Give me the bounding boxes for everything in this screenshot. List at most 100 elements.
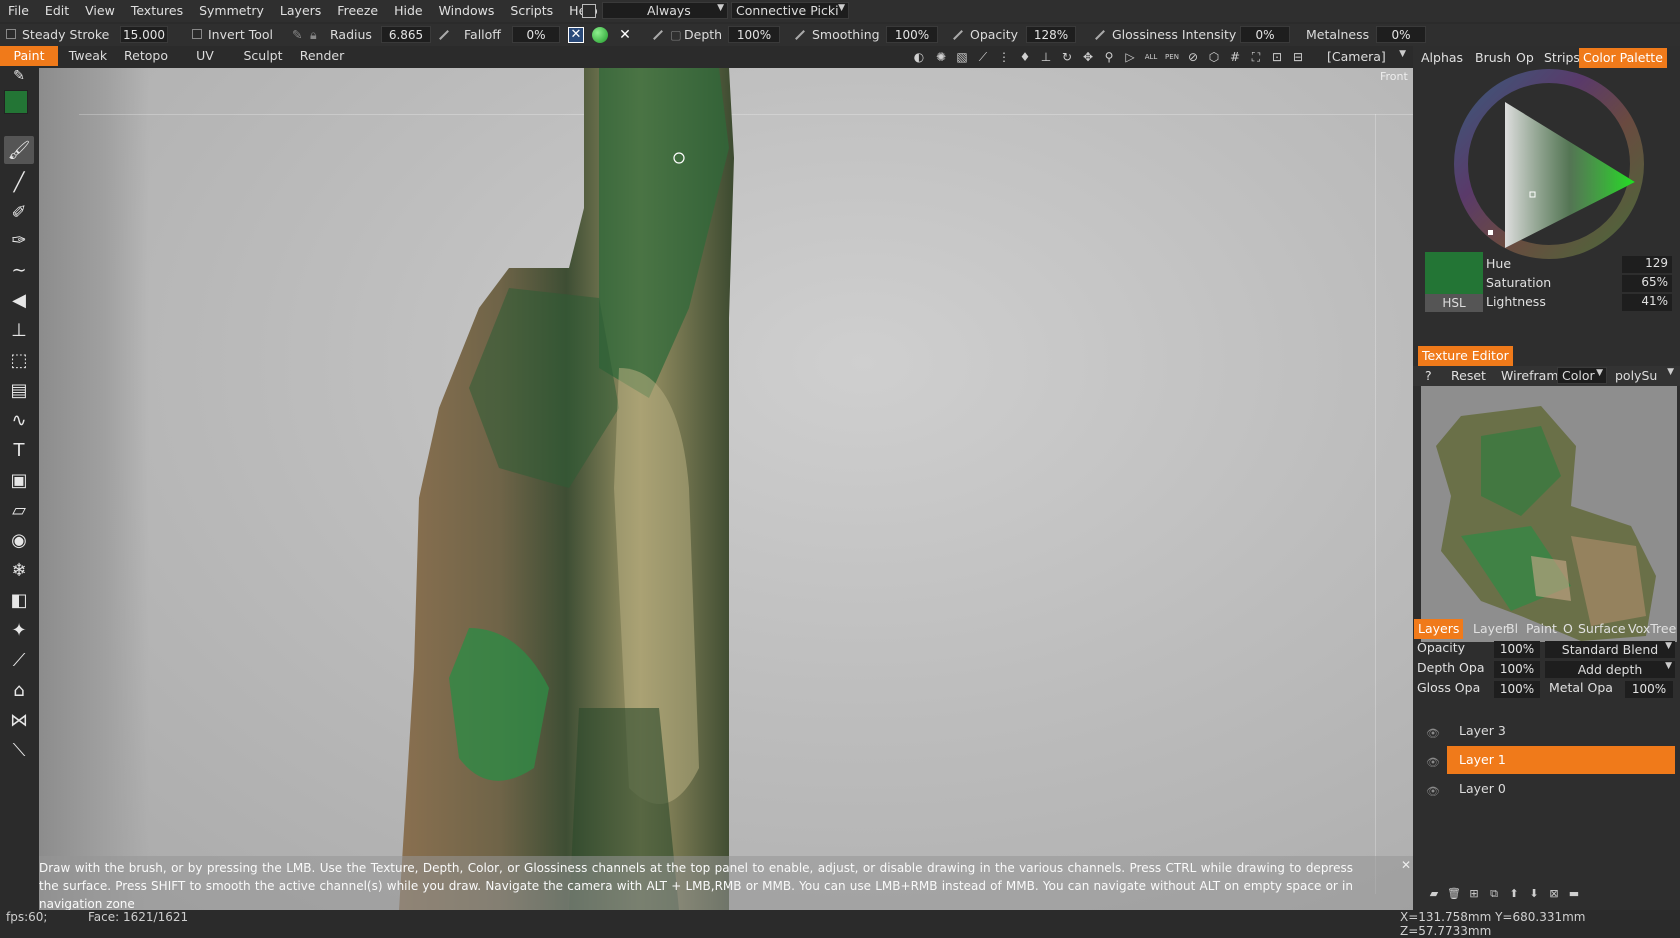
spray-icon[interactable]: ⟋ — [976, 50, 990, 64]
smudge-tool-icon[interactable]: ∼ — [4, 256, 34, 284]
layer-opacity-field[interactable]: 100% — [1494, 641, 1540, 658]
pen-tool-icon[interactable]: ✐ — [4, 198, 34, 226]
opacity-pen-icon[interactable] — [953, 30, 963, 40]
bucket-icon[interactable]: ⊥ — [1039, 50, 1053, 64]
disable-gloss-icon[interactable]: ✕ — [617, 27, 633, 43]
uv-texture-preview[interactable] — [1421, 386, 1677, 642]
color-channel-icon[interactable] — [592, 27, 608, 43]
saturation-field[interactable]: 65% — [1622, 275, 1672, 292]
tab-op[interactable]: Op — [1516, 48, 1534, 68]
eye-icon[interactable]: 👁︎ — [1426, 728, 1442, 739]
iron-tool-icon[interactable]: ⌂ — [4, 676, 34, 704]
opacity-field[interactable]: 128% — [1026, 26, 1076, 43]
tab-blend[interactable]: Bl — [1506, 619, 1518, 639]
ruler-tool-icon[interactable]: ⟍ — [4, 736, 34, 764]
tab-paint[interactable]: Paint — [0, 46, 58, 66]
texture-tool-icon[interactable]: ▣ — [4, 466, 34, 494]
pick-mode-dropdown[interactable]: Always ▼ — [602, 2, 728, 19]
hsl-button[interactable]: HSL — [1425, 294, 1483, 312]
saturation-row[interactable]: Saturation 65% — [1486, 275, 1676, 293]
radius-field[interactable]: 6.865 — [381, 26, 431, 43]
picker-tool-icon[interactable]: ⟋ — [4, 646, 34, 674]
menu-freeze[interactable]: Freeze — [329, 0, 386, 22]
menu-symmetry[interactable]: Symmetry — [191, 0, 272, 22]
text-tool-icon[interactable]: T — [4, 436, 34, 464]
smoothing-field[interactable]: 100% — [886, 26, 938, 43]
depth-pen-icon[interactable] — [653, 30, 663, 40]
tab-uv[interactable]: UV — [190, 46, 220, 66]
move-icon[interactable]: ✥ — [1081, 50, 1095, 64]
tab-sculpt[interactable]: Sculpt — [240, 46, 286, 66]
eye-icon[interactable]: 👁︎ — [1426, 786, 1442, 797]
primary-color-swatch[interactable] — [4, 90, 28, 114]
light-icon[interactable]: ✺ — [934, 50, 948, 64]
zoom-icon[interactable]: ⚲ — [1102, 50, 1116, 64]
smoothing-pen-icon[interactable] — [795, 30, 805, 40]
glossiness-field[interactable]: 0% — [1240, 26, 1290, 43]
menu-scripts[interactable]: Scripts — [502, 0, 561, 22]
menu-hide[interactable]: Hide — [386, 0, 431, 22]
layer-item-1[interactable]: Layer 1 — [1447, 746, 1675, 774]
butterfly-tool-icon[interactable]: ⋈ — [4, 706, 34, 734]
te-object-dropdown[interactable]: polySu ▼ — [1611, 367, 1677, 384]
freeze-tool-icon[interactable]: ❄ — [4, 556, 34, 584]
cube-icon[interactable]: ⬡ — [1207, 50, 1221, 64]
tab-retopo[interactable]: Retopo — [118, 46, 174, 66]
eye-tool-icon[interactable]: ◉ — [4, 526, 34, 554]
tab-o[interactable]: O — [1563, 619, 1573, 639]
metalness-field[interactable]: 0% — [1376, 26, 1426, 43]
menu-file[interactable]: File — [0, 0, 37, 22]
stamp-tool-icon[interactable]: ⊥ — [4, 316, 34, 344]
menu-view[interactable]: View — [77, 0, 123, 22]
tab-render[interactable]: Render — [298, 46, 346, 66]
hue-field[interactable]: 129 — [1622, 256, 1672, 273]
tab-brush[interactable]: Brush — [1475, 48, 1511, 68]
lightness-row[interactable]: Lightness 41% — [1486, 294, 1676, 312]
steady-stroke-field[interactable]: 15.000 — [120, 26, 168, 43]
tab-tweak[interactable]: Tweak — [62, 46, 114, 66]
move-up-icon[interactable]: ⬆ — [1507, 888, 1521, 900]
blend-mode-dropdown[interactable]: Standard Blend ▼ — [1545, 641, 1675, 658]
curve-tool-icon[interactable]: ∿ — [4, 406, 34, 434]
gradient-tool-icon[interactable]: ◧ — [4, 586, 34, 614]
tab-paint-layer[interactable]: Paint — [1526, 619, 1557, 639]
metal-opacity-field[interactable]: 100% — [1625, 681, 1673, 698]
delete-layer-icon[interactable]: 🗑︎ — [1447, 888, 1461, 900]
pick-checkbox[interactable] — [582, 4, 596, 18]
new-layer-icon[interactable]: ▰ — [1427, 888, 1441, 900]
falloff-field[interactable]: 0% — [512, 26, 560, 43]
airbrush-tool-icon[interactable]: ✑ — [4, 226, 34, 254]
move-down-icon[interactable]: ⬇ — [1527, 888, 1541, 900]
depth-mode-dropdown[interactable]: Add depth ▼ — [1545, 661, 1675, 678]
fit-icon[interactable]: ⊡ — [1270, 50, 1284, 64]
menu-edit[interactable]: Edit — [37, 0, 77, 22]
fill-tool-icon[interactable]: ◀ — [4, 286, 34, 314]
tab-color-palette[interactable]: Color Palette — [1579, 48, 1667, 68]
te-help-button[interactable]: ? — [1425, 366, 1432, 386]
layout-icon[interactable]: ⊟ — [1291, 50, 1305, 64]
play-icon[interactable]: ▷ — [1123, 50, 1137, 64]
grid-icon[interactable]: # — [1228, 50, 1242, 64]
depth-lock-icon[interactable]: ▢ — [670, 27, 682, 42]
tab-surface[interactable]: Surface — [1578, 619, 1626, 639]
tab-voxtree[interactable]: VoxTree — [1628, 619, 1676, 639]
duplicate-layer-icon[interactable]: ⧉ — [1487, 888, 1501, 900]
disable-depth-icon[interactable]: ✕ — [568, 27, 584, 43]
invert-tool-checkbox[interactable] — [192, 29, 202, 39]
pen-brush-icon[interactable]: ✎ — [4, 68, 34, 84]
lightness-field[interactable]: 41% — [1622, 294, 1672, 311]
page-tool-icon[interactable]: ▤ — [4, 376, 34, 404]
pen-mode-icon[interactable]: PEN — [1165, 50, 1179, 64]
depth-field[interactable]: 100% — [728, 26, 780, 43]
te-channel-dropdown[interactable]: Color ▼ — [1557, 367, 1607, 384]
texture-editor-title[interactable]: Texture Editor — [1418, 346, 1513, 366]
steady-stroke-checkbox[interactable] — [6, 29, 16, 39]
te-reset-button[interactable]: Reset — [1451, 366, 1486, 386]
layer-item-0[interactable]: Layer 0 — [1447, 775, 1675, 803]
selection-tool-icon[interactable]: ⬚ — [4, 346, 34, 374]
merge-layer-icon[interactable]: ⊞ — [1467, 888, 1481, 900]
all-icon[interactable]: ALL — [1144, 50, 1158, 64]
grid-points-icon[interactable]: ⋮ — [997, 50, 1011, 64]
layer-item-3[interactable]: Layer 3 — [1447, 717, 1675, 745]
pen-pressure-icon[interactable] — [439, 30, 449, 40]
